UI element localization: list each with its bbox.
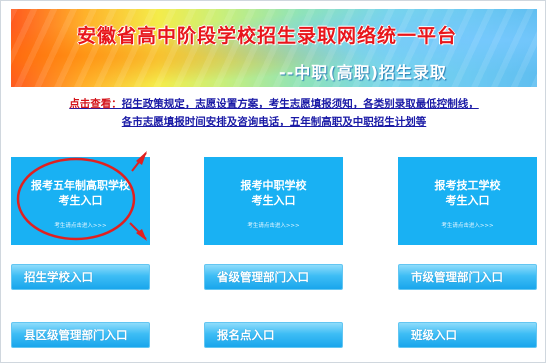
page-subtitle: --中职(高职)招生录取: [279, 63, 447, 82]
tile-hint: 考生请点击进入>>>: [441, 223, 494, 229]
tile-hint: 考生请点击进入>>>: [247, 223, 300, 229]
school-entry-button[interactable]: 招生学校入口: [11, 264, 150, 290]
five-year-vocational-entry-tile[interactable]: 报考五年制高职学校 考生入口 考生请点击进入>>>: [11, 157, 150, 245]
registration-point-entry-button[interactable]: 报名点入口: [204, 322, 343, 348]
tile-label: 报考技工学校 考生入口: [434, 179, 501, 207]
page-title: 安徽省高中阶段学校招生录取网络统一平台: [77, 25, 458, 47]
page-frame: 安徽省高中阶段学校招生录取网络统一平台 --中职(高职)招生录取 点击查看：招生…: [0, 0, 546, 363]
header-banner: 安徽省高中阶段学校招生录取网络统一平台 --中职(高职)招生录取: [11, 9, 537, 87]
class-entry-button[interactable]: 班级入口: [398, 322, 537, 348]
county-admin-entry-button[interactable]: 县区级管理部门入口: [11, 322, 150, 348]
tile-label: 报考五年制高职学校 考生入口: [31, 179, 130, 207]
tile-hint: 考生请点击进入>>>: [54, 223, 107, 229]
notice-line-2: 各市志愿填报时间安排及咨询电话，五年制高职及中职招生计划等: [1, 114, 546, 129]
technical-school-entry-tile[interactable]: 报考技工学校 考生入口 考生请点击进入>>>: [398, 157, 537, 245]
city-admin-entry-button[interactable]: 市级管理部门入口: [398, 264, 537, 290]
policy-link-continued[interactable]: 各市志愿填报时间安排及咨询电话，五年制高职及中职招生计划等: [122, 116, 427, 128]
secondary-vocational-entry-tile[interactable]: 报考中职学校 考生入口 考生请点击进入>>>: [204, 157, 343, 245]
notice-line-1: 点击查看：招生政策规定，志愿设置方案，考生志愿填报须知，各类别录取最低控制线，: [1, 96, 546, 111]
policy-link-prefix[interactable]: 点击查看：招生政策规定，志愿设置方案，考生志愿填报须知，各类别录取最低控制线，: [69, 98, 479, 110]
tile-label: 报考中职学校 考生入口: [240, 179, 307, 207]
province-admin-entry-button[interactable]: 省级管理部门入口: [204, 264, 343, 290]
